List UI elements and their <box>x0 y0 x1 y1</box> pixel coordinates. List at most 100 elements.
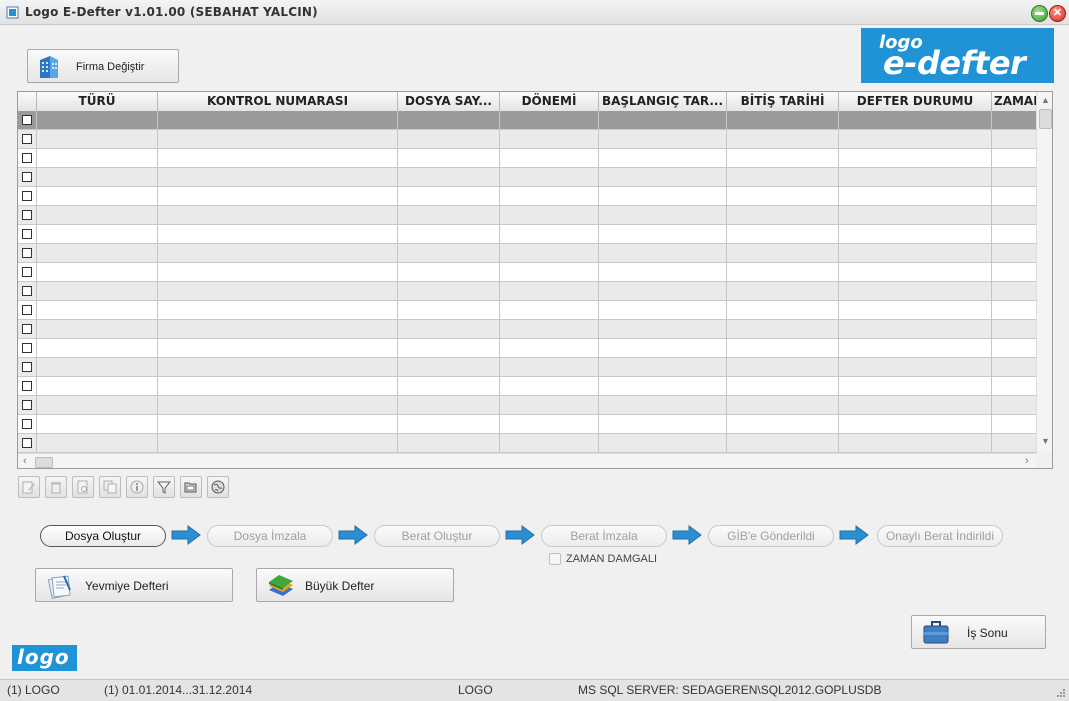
table-cell[interactable] <box>158 244 398 263</box>
table-cell[interactable] <box>599 130 727 149</box>
row-select-cell[interactable] <box>18 263 37 282</box>
row-select-cell[interactable] <box>18 111 37 130</box>
scroll-left-icon[interactable]: ‹ <box>23 455 27 467</box>
table-cell[interactable] <box>727 130 839 149</box>
row-checkbox[interactable] <box>22 438 32 448</box>
horizontal-scrollbar[interactable]: ‹ › <box>18 453 1036 468</box>
table-cell[interactable] <box>398 225 500 244</box>
table-cell[interactable] <box>37 434 158 453</box>
table-cell[interactable] <box>727 434 839 453</box>
table-cell[interactable] <box>500 187 599 206</box>
table-row[interactable] <box>18 168 1036 187</box>
table-cell[interactable] <box>839 263 992 282</box>
table-cell[interactable] <box>158 263 398 282</box>
table-cell[interactable] <box>839 358 992 377</box>
table-cell[interactable] <box>37 339 158 358</box>
table-cell[interactable] <box>992 130 1036 149</box>
table-cell[interactable] <box>992 282 1036 301</box>
table-row[interactable] <box>18 111 1036 130</box>
table-cell[interactable] <box>37 301 158 320</box>
row-select-cell[interactable] <box>18 187 37 206</box>
row-checkbox[interactable] <box>22 191 32 201</box>
table-cell[interactable] <box>727 225 839 244</box>
table-cell[interactable] <box>500 168 599 187</box>
table-cell[interactable] <box>992 396 1036 415</box>
row-select-cell[interactable] <box>18 358 37 377</box>
table-row[interactable] <box>18 130 1036 149</box>
table-cell[interactable] <box>37 396 158 415</box>
table-cell[interactable] <box>727 320 839 339</box>
table-cell[interactable] <box>500 149 599 168</box>
table-cell[interactable] <box>500 263 599 282</box>
table-row[interactable] <box>18 396 1036 415</box>
table-row[interactable] <box>18 415 1036 434</box>
table-cell[interactable] <box>839 225 992 244</box>
row-select-cell[interactable] <box>18 415 37 434</box>
table-row[interactable] <box>18 244 1036 263</box>
row-checkbox[interactable] <box>22 362 32 372</box>
table-cell[interactable] <box>599 187 727 206</box>
row-select-cell[interactable] <box>18 396 37 415</box>
table-cell[interactable] <box>727 168 839 187</box>
table-cell[interactable] <box>599 415 727 434</box>
minimize-button[interactable] <box>1031 5 1048 22</box>
vertical-scroll-thumb[interactable] <box>1039 109 1052 129</box>
general-ledger-button[interactable]: Büyük Defter <box>256 568 454 602</box>
table-cell[interactable] <box>500 339 599 358</box>
finish-button[interactable]: İş Sonu <box>911 615 1046 649</box>
table-cell[interactable] <box>37 320 158 339</box>
table-cell[interactable] <box>398 206 500 225</box>
table-cell[interactable] <box>727 396 839 415</box>
table-cell[interactable] <box>839 415 992 434</box>
table-row[interactable] <box>18 320 1036 339</box>
table-cell[interactable] <box>599 358 727 377</box>
table-cell[interactable] <box>727 263 839 282</box>
table-cell[interactable] <box>158 168 398 187</box>
table-cell[interactable] <box>37 149 158 168</box>
table-cell[interactable] <box>398 377 500 396</box>
row-checkbox[interactable] <box>22 229 32 239</box>
delete-button[interactable] <box>45 476 67 498</box>
table-cell[interactable] <box>992 339 1036 358</box>
table-cell[interactable] <box>839 377 992 396</box>
table-cell[interactable] <box>727 301 839 320</box>
table-cell[interactable] <box>727 149 839 168</box>
row-checkbox[interactable] <box>22 267 32 277</box>
table-cell[interactable] <box>158 111 398 130</box>
table-cell[interactable] <box>992 206 1036 225</box>
globe-button[interactable] <box>207 476 229 498</box>
table-cell[interactable] <box>500 396 599 415</box>
table-cell[interactable] <box>727 244 839 263</box>
row-checkbox[interactable] <box>22 343 32 353</box>
table-cell[interactable] <box>398 111 500 130</box>
table-cell[interactable] <box>158 434 398 453</box>
table-cell[interactable] <box>839 339 992 358</box>
table-cell[interactable] <box>599 434 727 453</box>
table-cell[interactable] <box>398 358 500 377</box>
table-cell[interactable] <box>398 396 500 415</box>
table-cell[interactable] <box>839 130 992 149</box>
table-cell[interactable] <box>500 206 599 225</box>
column-header-type[interactable]: TÜRÜ <box>37 92 158 111</box>
table-cell[interactable] <box>37 130 158 149</box>
row-checkbox[interactable] <box>22 286 32 296</box>
table-row[interactable] <box>18 434 1036 453</box>
table-row[interactable] <box>18 339 1036 358</box>
table-cell[interactable] <box>992 187 1036 206</box>
column-header-start-date[interactable]: BAŞLANGIÇ TAR... <box>599 92 727 111</box>
table-cell[interactable] <box>37 358 158 377</box>
table-cell[interactable] <box>398 187 500 206</box>
row-select-cell[interactable] <box>18 301 37 320</box>
table-row[interactable] <box>18 301 1036 320</box>
table-cell[interactable] <box>727 415 839 434</box>
table-cell[interactable] <box>158 149 398 168</box>
table-cell[interactable] <box>992 415 1036 434</box>
table-cell[interactable] <box>398 301 500 320</box>
table-cell[interactable] <box>727 187 839 206</box>
table-cell[interactable] <box>37 244 158 263</box>
row-select-cell[interactable] <box>18 320 37 339</box>
table-cell[interactable] <box>839 149 992 168</box>
preview-button[interactable] <box>72 476 94 498</box>
row-select-cell[interactable] <box>18 377 37 396</box>
table-cell[interactable] <box>992 358 1036 377</box>
